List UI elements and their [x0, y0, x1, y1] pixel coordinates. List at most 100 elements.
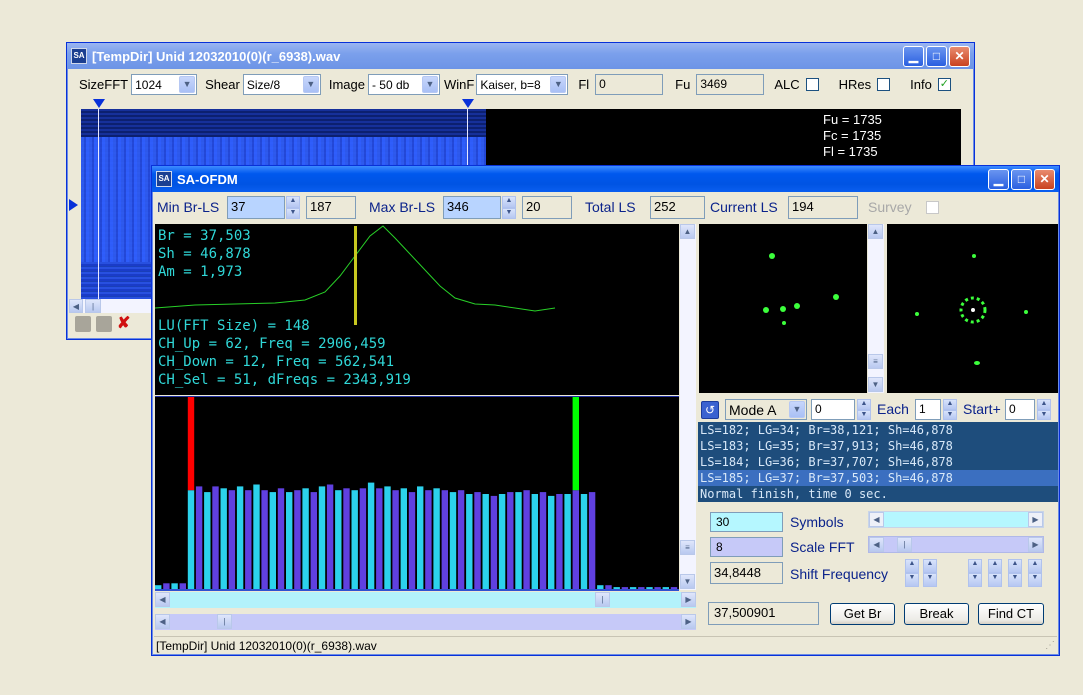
- spin-up-icon[interactable]: ▲: [1037, 399, 1051, 410]
- spin-up-icon[interactable]: ▲: [1008, 559, 1022, 573]
- info-checkbox[interactable]: ✓: [937, 78, 951, 91]
- refresh-icon[interactable]: ↺: [701, 401, 719, 419]
- mode-number-spinner[interactable]: ▲ ▼: [857, 399, 871, 420]
- scroll-thumb[interactable]: ≡: [868, 354, 883, 369]
- start-spinner[interactable]: ▲ ▼: [1037, 399, 1051, 420]
- spin-down-icon[interactable]: ▼: [857, 409, 871, 420]
- spin-down-icon[interactable]: ▼: [988, 573, 1002, 587]
- start-input[interactable]: 0: [1005, 399, 1035, 420]
- spin-up-icon[interactable]: ▲: [857, 399, 871, 410]
- shear-select[interactable]: Size/8 ▼: [242, 74, 321, 95]
- spin-up-icon[interactable]: ▲: [943, 399, 957, 410]
- spin-up-icon[interactable]: ▲: [1028, 559, 1042, 573]
- each-spinner[interactable]: ▲ ▼: [943, 399, 957, 420]
- constellation-scrollbar[interactable]: ▲ ≡ ▼: [868, 224, 884, 393]
- min-br-spinner[interactable]: ▲ ▼: [286, 196, 300, 219]
- shift-frequency-field[interactable]: 34,8448: [710, 562, 783, 584]
- close-button[interactable]: ✕: [1034, 169, 1055, 190]
- minimize-button[interactable]: ▁: [988, 169, 1009, 190]
- title-bar[interactable]: SA SA-OFDM ▁ □ ✕: [152, 166, 1059, 192]
- min-br-input[interactable]: 37: [227, 196, 285, 219]
- spin-down-icon[interactable]: ▼: [1037, 409, 1051, 420]
- survey-checkbox[interactable]: [926, 201, 939, 214]
- scroll-right-icon[interactable]: ▶: [1028, 537, 1043, 552]
- scroll-up-icon[interactable]: ▲: [868, 224, 883, 239]
- shift-spinner[interactable]: ▲ ▼: [1008, 559, 1022, 587]
- offset-scrollbar[interactable]: ◀ | ▶: [155, 614, 696, 630]
- max-br-spinner[interactable]: ▲ ▼: [502, 196, 516, 219]
- scale-fft-slider[interactable]: ◀ | ▶: [868, 536, 1044, 553]
- scroll-left-icon[interactable]: ◀: [869, 537, 884, 552]
- log-item[interactable]: LS=184; LG=36; Br=37,707; Sh=46,878: [700, 454, 1058, 470]
- image-select[interactable]: - 50 db ▼: [367, 74, 440, 95]
- spectrogram-scrollbar[interactable]: ◀ |: [69, 299, 157, 313]
- log-list[interactable]: LS=182; LG=34; Br=38,121; Sh=46,878 LS=1…: [698, 422, 1058, 502]
- shift-spinner[interactable]: ▲ ▼: [923, 559, 937, 587]
- spin-up-icon[interactable]: ▲: [905, 559, 919, 573]
- log-item[interactable]: LS=182; LG=34; Br=38,121; Sh=46,878: [700, 422, 1058, 438]
- spin-down-icon[interactable]: ▼: [943, 409, 957, 420]
- symbols-field[interactable]: 30: [710, 512, 783, 532]
- scroll-left-icon[interactable]: ◀: [869, 512, 884, 527]
- log-item-selected[interactable]: LS=185; LG=37; Br=37,503; Sh=46,878: [698, 470, 1058, 486]
- maximize-button[interactable]: □: [926, 46, 947, 67]
- scroll-thumb[interactable]: |: [897, 537, 912, 552]
- spin-down-icon[interactable]: ▼: [905, 573, 919, 587]
- close-button[interactable]: ✕: [949, 46, 970, 67]
- spin-down-icon[interactable]: ▼: [968, 573, 982, 587]
- spin-down-icon[interactable]: ▼: [502, 207, 516, 219]
- scroll-down-icon[interactable]: ▼: [680, 574, 695, 589]
- scroll-thumb[interactable]: |: [595, 592, 610, 607]
- scroll-left-icon[interactable]: ◀: [155, 592, 170, 607]
- fl-field[interactable]: 0: [595, 74, 664, 95]
- spin-up-icon[interactable]: ▲: [286, 196, 300, 208]
- scroll-up-icon[interactable]: ▲: [680, 224, 695, 239]
- winf-select[interactable]: Kaiser, b=8 ▼: [476, 74, 569, 95]
- trace-vertical-scrollbar[interactable]: ▲ ≡ ▼: [680, 224, 696, 590]
- shift-spinner[interactable]: ▲ ▼: [988, 559, 1002, 587]
- spin-down-icon[interactable]: ▼: [1008, 573, 1022, 587]
- mode-select[interactable]: Mode A ▼: [725, 399, 807, 420]
- minimize-button[interactable]: ▁: [903, 46, 924, 67]
- scroll-right-icon[interactable]: ▶: [681, 592, 696, 607]
- scroll-right-icon[interactable]: ▶: [681, 614, 696, 629]
- delete-icon[interactable]: ✘: [117, 316, 133, 332]
- log-item[interactable]: LS=183; LG=35; Br=37,913; Sh=46,878: [700, 438, 1058, 454]
- spin-up-icon[interactable]: ▲: [502, 196, 516, 208]
- sizefft-select[interactable]: 1024 ▼: [131, 74, 198, 95]
- spin-up-icon[interactable]: ▲: [988, 559, 1002, 573]
- spin-up-icon[interactable]: ▲: [968, 559, 982, 573]
- chart-horizontal-scrollbar[interactable]: ◀ | ▶: [155, 592, 696, 608]
- spectrum-trace-pane[interactable]: Br = 37,503 Sh = 46,878 Am = 1,973 LU(FF…: [155, 224, 679, 395]
- scroll-left-icon[interactable]: ◀: [155, 614, 170, 629]
- scroll-left-icon[interactable]: ◀: [69, 299, 83, 313]
- scroll-down-icon[interactable]: ▼: [868, 377, 883, 392]
- hres-checkbox[interactable]: [877, 78, 891, 91]
- shift-spinner[interactable]: ▲ ▼: [905, 559, 919, 587]
- get-br-button[interactable]: Get Br: [830, 603, 895, 625]
- scroll-thumb[interactable]: ≡: [680, 540, 695, 555]
- title-bar[interactable]: SA [TempDir] Unid 12032010(0)(r_6938).wa…: [67, 43, 974, 69]
- maximize-button[interactable]: □: [1011, 169, 1032, 190]
- spin-up-icon[interactable]: ▲: [923, 559, 937, 573]
- scale-fft-field[interactable]: 8: [710, 537, 783, 557]
- spin-down-icon[interactable]: ▼: [286, 207, 300, 219]
- spin-down-icon[interactable]: ▼: [923, 573, 937, 587]
- marker-right-icon[interactable]: [462, 99, 474, 108]
- log-item[interactable]: Normal finish, time 0 sec.: [700, 486, 1058, 502]
- resize-grip-icon[interactable]: ⋰: [1045, 640, 1055, 651]
- scroll-thumb[interactable]: |: [85, 299, 101, 313]
- fu-field[interactable]: 3469: [696, 74, 765, 95]
- shift-spinner[interactable]: ▲ ▼: [968, 559, 982, 587]
- break-button[interactable]: Break: [904, 603, 969, 625]
- mode-number-input[interactable]: 0: [811, 399, 855, 420]
- tool-icon[interactable]: [75, 316, 91, 332]
- alc-checkbox[interactable]: [805, 78, 819, 91]
- level-marker-icon[interactable]: [69, 199, 78, 211]
- tool-icon[interactable]: [96, 316, 112, 332]
- shift-spinner[interactable]: ▲ ▼: [1028, 559, 1042, 587]
- spin-down-icon[interactable]: ▼: [1028, 573, 1042, 587]
- scroll-right-icon[interactable]: ▶: [1028, 512, 1043, 527]
- symbols-slider[interactable]: ◀ ▶: [868, 511, 1044, 528]
- marker-left-icon[interactable]: [93, 99, 105, 108]
